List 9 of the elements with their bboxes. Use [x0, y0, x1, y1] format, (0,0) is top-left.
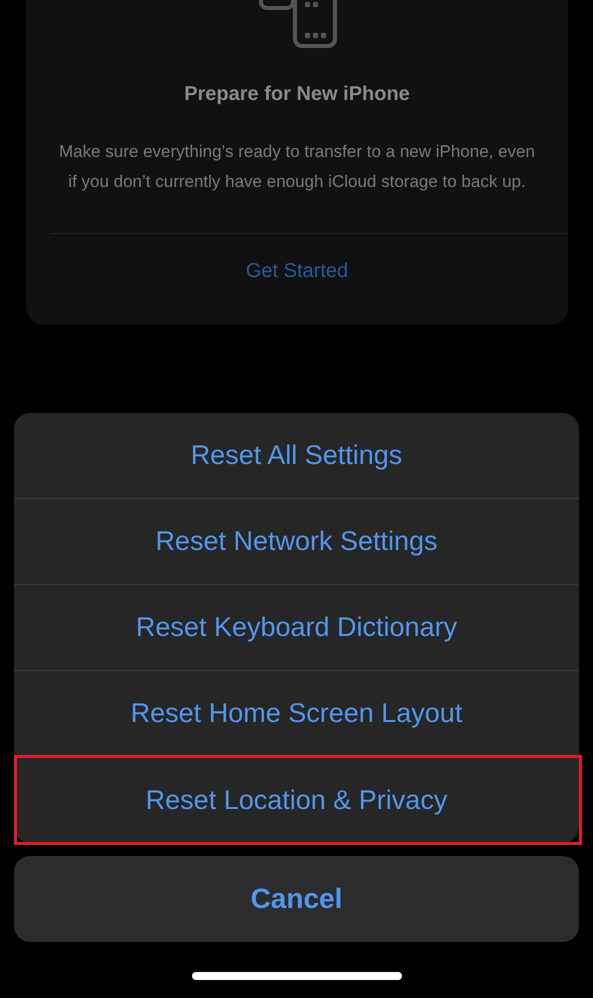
- action-sheet-item[interactable]: Reset All Settings: [14, 413, 579, 499]
- action-sheet-item[interactable]: Reset Location & Privacy: [14, 757, 579, 843]
- action-sheet-item[interactable]: Reset Network Settings: [14, 499, 579, 585]
- cancel-button[interactable]: Cancel: [14, 856, 579, 942]
- action-sheet-item[interactable]: Reset Home Screen Layout: [14, 671, 579, 757]
- card-title: Prepare for New iPhone: [184, 82, 410, 107]
- action-sheet-item[interactable]: Reset Keyboard Dictionary: [14, 585, 579, 671]
- card-description: Make sure everything’s ready to transfer to a new iPhone, even if you don’t currently have enough iCloud storage to back up.: [58, 141, 536, 193]
- get-started-link[interactable]: Get Started: [246, 256, 348, 286]
